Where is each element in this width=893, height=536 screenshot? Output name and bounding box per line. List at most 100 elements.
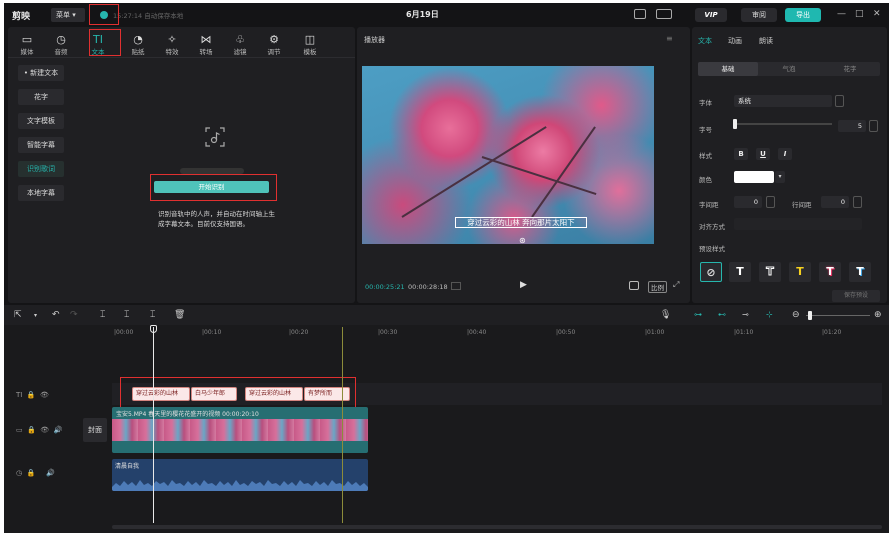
tab-audio[interactable]: ◷ 音频 [47, 33, 75, 56]
ruler-label: |00:10 [202, 329, 222, 336]
tab-label: 媒体 [20, 48, 34, 56]
magnet-icon[interactable]: ⊹ [766, 310, 773, 319]
vip-button[interactable]: VIP [695, 8, 727, 22]
line-spacing-stepper-icon[interactable] [853, 196, 862, 208]
layout-icon[interactable] [656, 9, 672, 19]
undo-icon[interactable]: ↶ [52, 310, 60, 320]
sidebar-item-auto-caption[interactable]: 智能字幕 [18, 137, 64, 153]
review-button[interactable]: 审阅 [741, 8, 777, 22]
snap-icon[interactable]: ⊶ [694, 310, 702, 319]
italic-button[interactable]: I [778, 148, 792, 160]
tab-label: 贴纸 [131, 48, 145, 56]
subtitle-overlay[interactable]: 穿过云彩的山林 奔向那片太阳下 [455, 217, 587, 228]
zoom-in-icon[interactable]: ⊕ [874, 310, 882, 320]
line-spacing-input[interactable]: 0 [821, 196, 849, 208]
playhead[interactable] [153, 327, 154, 523]
start-recognition-button[interactable]: 开始识别 [154, 181, 269, 193]
letter-spacing-stepper-icon[interactable] [766, 196, 775, 208]
tab-effects[interactable]: ✧ 特效 [158, 33, 186, 56]
fullscreen-crop-icon[interactable] [629, 281, 639, 290]
sidebar-item-local-caption[interactable]: 本地字幕 [18, 185, 64, 201]
playhead-handle[interactable] [150, 325, 157, 333]
size-slider-track[interactable] [734, 123, 832, 125]
color-dropdown-icon[interactable]: ▾ [775, 171, 785, 183]
shortcut-icon[interactable] [634, 9, 646, 19]
rotate-handle-icon[interactable]: ⊛ [519, 236, 526, 245]
split-icon[interactable]: ⌶ [100, 310, 105, 320]
preset-blue-shadow[interactable]: T [849, 262, 871, 282]
link-icon[interactable]: ⊷ [718, 310, 726, 319]
tab-adjust[interactable]: ⚙ 调节 [260, 33, 288, 56]
sidebar-item-text-template[interactable]: 文字模板 [18, 113, 64, 129]
select-tool-icon[interactable]: ⇱ [14, 310, 22, 320]
tab-text[interactable]: TI 文本 [84, 33, 112, 56]
subtab-basic[interactable]: 基础 [698, 62, 758, 76]
timeline-scrollbar[interactable] [112, 525, 882, 529]
subtab-bubble[interactable]: 气泡 [759, 62, 819, 76]
split-left-icon[interactable]: ⌶ [124, 310, 129, 320]
tab-filter[interactable]: ♧ 滤镜 [226, 33, 254, 56]
play-button[interactable]: ▶ [520, 280, 527, 290]
text-clip[interactable]: 有梦所而 [304, 387, 350, 401]
text-clip[interactable]: 穿过云彩的山林 [245, 387, 303, 401]
tab-template[interactable]: ◫ 模板 [296, 33, 324, 56]
ruler-label: |01:10 [734, 329, 754, 336]
preset-outline[interactable]: T [759, 262, 781, 282]
maximize-button[interactable]: □ [855, 9, 864, 19]
video-clip[interactable]: 宝安5.MP4 春天里的樱花花盛开的视频 00:00:20:10 [112, 407, 368, 453]
export-button[interactable]: 导出 [785, 8, 821, 22]
underline-button[interactable]: U [756, 148, 770, 160]
menu-button[interactable]: 菜单 ▾ [51, 8, 85, 22]
microphone-icon[interactable]: 🎙 [660, 310, 671, 320]
minimize-button[interactable]: — [837, 9, 846, 19]
tab-sticker[interactable]: ◔ 贴纸 [124, 33, 152, 56]
font-label: 字体 [699, 99, 712, 107]
close-button[interactable]: ✕ [873, 9, 881, 19]
font-stepper-icon[interactable] [835, 95, 844, 107]
preset-white-bold[interactable]: T [729, 262, 751, 282]
tab-media[interactable]: ▭ 媒体 [13, 33, 41, 56]
font-select[interactable]: 系统 [734, 95, 832, 107]
zoom-slider-track[interactable] [806, 315, 870, 316]
sidebar-item-lyrics[interactable]: 识别歌词 [18, 161, 64, 177]
select-dropdown-icon[interactable]: ▾ [34, 312, 37, 319]
tab-text[interactable]: 文本 [698, 36, 712, 46]
delete-icon[interactable]: 🗑 [174, 310, 185, 320]
tab-read-aloud[interactable]: 朗读 [759, 36, 773, 46]
subtab-flower[interactable]: 花字 [820, 62, 880, 76]
text-clip[interactable]: 穿过云彩的山林 [132, 387, 190, 401]
color-swatch[interactable] [734, 171, 774, 183]
size-stepper-icon[interactable] [869, 120, 878, 132]
ratio-button[interactable]: 比例 [648, 281, 667, 293]
cover-button[interactable]: 封面 [83, 418, 107, 442]
tab-transition[interactable]: ⋈ 转场 [192, 33, 220, 56]
preview-axis-icon[interactable]: ⊸ [742, 310, 749, 319]
ruler-label: |00:30 [378, 329, 398, 336]
preset-pink-shadow[interactable]: T [819, 262, 841, 282]
timeline-end-marker [342, 327, 343, 523]
preset-none-icon[interactable]: ⊘ [700, 262, 722, 282]
text-track-controls[interactable]: TI 🔒 👁 [16, 391, 49, 399]
expand-icon[interactable]: ⤢ [673, 280, 679, 290]
player-menu-icon[interactable]: ≡ [666, 34, 673, 43]
zoom-slider-handle[interactable] [808, 311, 812, 320]
text-clip[interactable]: 白马少年郎 [191, 387, 237, 401]
audio-track-controls[interactable]: ◷ 🔒 🔊 [16, 469, 55, 477]
sticker-icon: ◔ [133, 33, 143, 46]
letter-spacing-input[interactable]: 0 [734, 196, 762, 208]
sidebar-item-new-text[interactable]: • 新建文本 [18, 65, 64, 81]
preset-yellow[interactable]: T [789, 262, 811, 282]
tab-animation[interactable]: 动画 [728, 36, 742, 46]
size-input[interactable]: 5 [838, 120, 866, 132]
redo-icon[interactable]: ↷ [70, 310, 78, 320]
sidebar-item-flower-text[interactable]: 花字 [18, 89, 64, 105]
video-track-controls[interactable]: ▭ 🔒 👁 🔊 [16, 426, 62, 434]
alignment-options[interactable] [734, 218, 862, 230]
bold-button[interactable]: B [734, 148, 748, 160]
zoom-out-icon[interactable]: ⊖ [792, 310, 800, 320]
size-slider-handle[interactable] [733, 119, 737, 129]
save-preset-button[interactable]: 保存预设 [832, 290, 880, 302]
adjust-icon: ⚙ [269, 33, 279, 46]
split-right-icon[interactable]: ⌶ [150, 310, 155, 320]
audio-clip[interactable]: 清晨自我 [112, 459, 368, 491]
